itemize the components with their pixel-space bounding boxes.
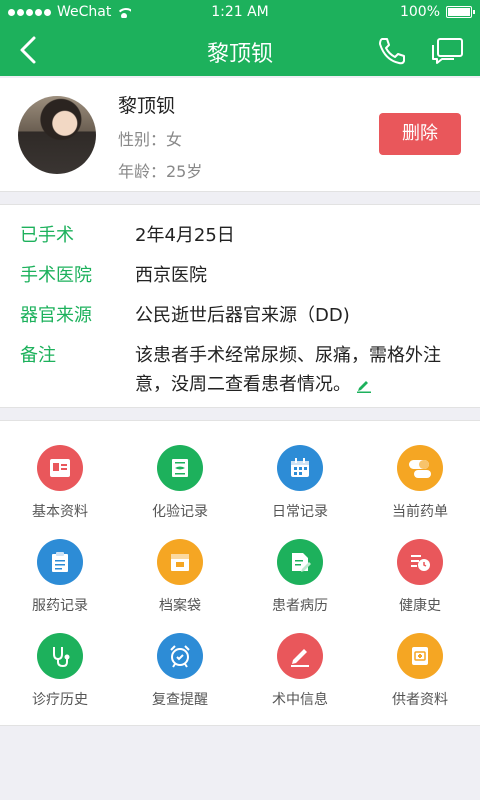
health-history-icon bbox=[397, 539, 443, 585]
menu-item-label: 供者资料 bbox=[392, 692, 448, 708]
menu-item-label: 当前药单 bbox=[392, 504, 448, 520]
menu-item-label: 服药记录 bbox=[32, 598, 88, 614]
menu-item-medical-history[interactable]: 患者病历 bbox=[240, 539, 360, 633]
lab-record-icon bbox=[157, 445, 203, 491]
menu-item-label: 术中信息 bbox=[272, 692, 328, 708]
patient-sex: 性别：女 bbox=[118, 130, 183, 149]
battery-group: 100% bbox=[399, 4, 475, 20]
alarm-clock-icon bbox=[157, 633, 203, 679]
menu-item-label: 诊疗历史 bbox=[32, 692, 88, 708]
delete-button[interactable]: 删除 bbox=[379, 113, 461, 155]
note-text-block: 该患者手术经常尿频、尿痛，需格外注意，没周二查看患者情况。 bbox=[135, 341, 465, 399]
avatar bbox=[18, 96, 96, 174]
medical-history-icon bbox=[277, 539, 323, 585]
archive-bag-icon bbox=[157, 539, 203, 585]
organ-source-label: 器官来源 bbox=[20, 305, 92, 326]
nav-bar: 黎顶钡 bbox=[0, 24, 480, 76]
menu-item-donor-info[interactable]: 供者资料 bbox=[360, 633, 480, 727]
surgery-info-section: 已手术 2年4月25日 手术医院 西京医院 器官来源 公民逝世后器官来源（DD)… bbox=[0, 204, 480, 408]
menu-item-label: 基本资料 bbox=[32, 504, 88, 520]
chat-icon[interactable] bbox=[430, 37, 464, 65]
function-grid: 基本资料 化验记录 日常记录 当前药单 服药记录 档案袋 患者病历 健康史 诊疗… bbox=[0, 420, 480, 726]
battery-icon bbox=[446, 6, 475, 18]
pill-icon bbox=[397, 445, 443, 491]
menu-item-label: 档案袋 bbox=[159, 598, 201, 614]
status-bar: WeChat 1:21 AM 100% bbox=[0, 0, 480, 24]
pen-icon bbox=[277, 633, 323, 679]
hospital-value: 西京医院 bbox=[135, 265, 207, 286]
medication-record-icon bbox=[37, 539, 83, 585]
battery-percent: 100% bbox=[399, 4, 440, 20]
surgery-date-label: 已手术 bbox=[20, 225, 74, 246]
menu-item-label: 化验记录 bbox=[152, 504, 208, 520]
phone-icon[interactable] bbox=[376, 36, 408, 66]
edit-icon[interactable] bbox=[355, 377, 373, 393]
note-value: 该患者手术经常尿频、尿痛，需格外注意，没周二查看患者情况。 bbox=[135, 345, 441, 395]
profile-card-icon bbox=[37, 445, 83, 491]
hospital-label: 手术医院 bbox=[20, 265, 92, 286]
menu-item-archive-bag[interactable]: 档案袋 bbox=[120, 539, 240, 633]
menu-item-lab-records[interactable]: 化验记录 bbox=[120, 445, 240, 539]
menu-item-current-medication[interactable]: 当前药单 bbox=[360, 445, 480, 539]
patient-name: 黎顶钡 bbox=[118, 95, 176, 117]
menu-item-recheck-reminder[interactable]: 复查提醒 bbox=[120, 633, 240, 727]
organ-source-value: 公民逝世后器官来源（DD) bbox=[135, 305, 350, 326]
menu-item-medication-records[interactable]: 服药记录 bbox=[0, 539, 120, 633]
menu-item-label: 复查提醒 bbox=[152, 692, 208, 708]
menu-item-intraoperative-info[interactable]: 术中信息 bbox=[240, 633, 360, 727]
calendar-icon bbox=[277, 445, 323, 491]
page-title: 黎顶钡 bbox=[206, 42, 273, 67]
patient-age: 年龄：25岁 bbox=[118, 162, 203, 181]
stethoscope-icon bbox=[37, 633, 83, 679]
menu-item-daily-records[interactable]: 日常记录 bbox=[240, 445, 360, 539]
menu-item-label: 健康史 bbox=[399, 598, 441, 614]
menu-item-health-history[interactable]: 健康史 bbox=[360, 539, 480, 633]
note-label: 备注 bbox=[20, 345, 56, 366]
menu-item-treatment-history[interactable]: 诊疗历史 bbox=[0, 633, 120, 727]
donor-folder-icon bbox=[397, 633, 443, 679]
menu-item-label: 日常记录 bbox=[272, 504, 328, 520]
menu-item-basic-profile[interactable]: 基本资料 bbox=[0, 445, 120, 539]
menu-item-label: 患者病历 bbox=[272, 598, 328, 614]
patient-profile-card: 黎顶钡 性别：女 年龄：25岁 删除 bbox=[0, 78, 480, 192]
surgery-date-value: 2年4月25日 bbox=[135, 225, 235, 246]
